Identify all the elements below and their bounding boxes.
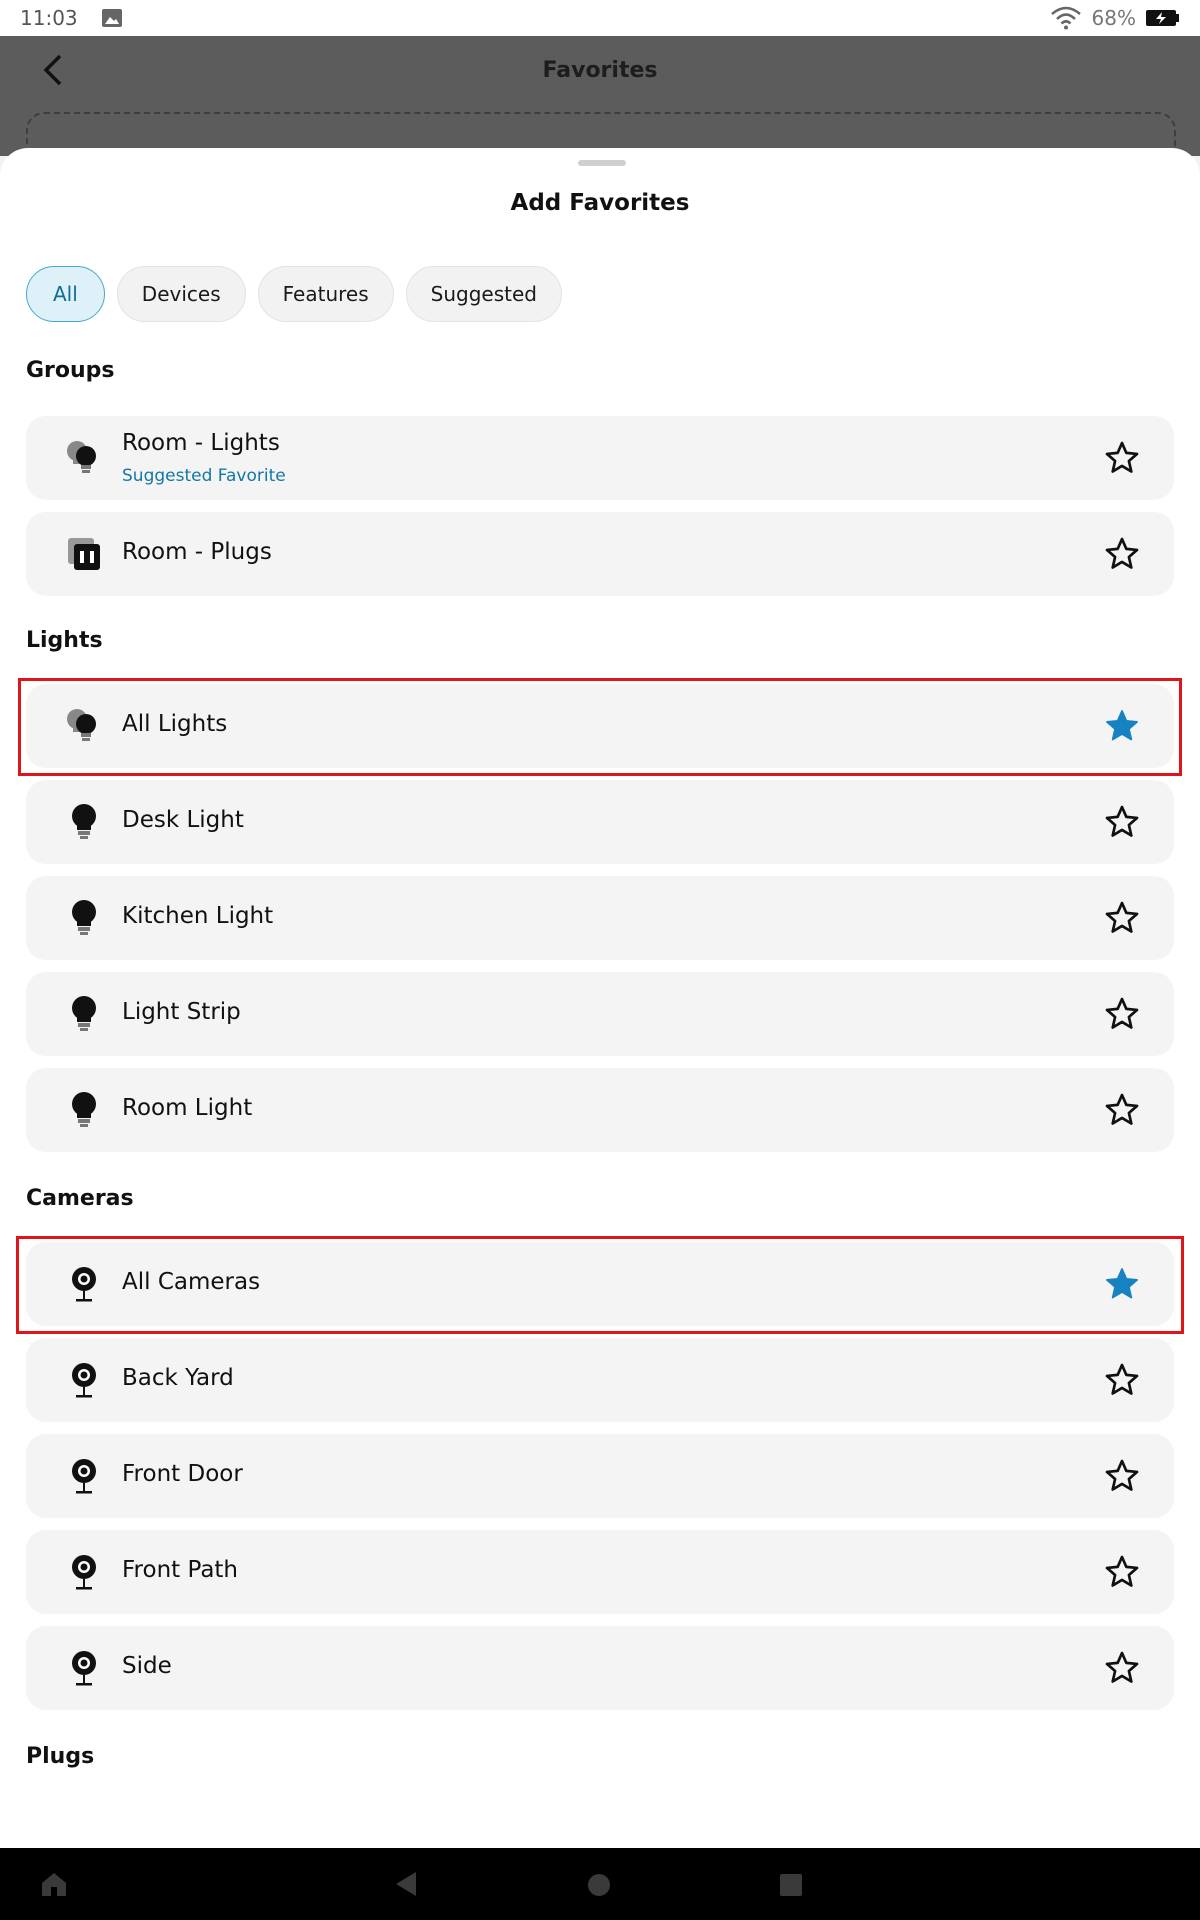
list-item[interactable]: Desk Light — [26, 780, 1174, 864]
section-title-lights: Lights — [26, 628, 103, 653]
list-item[interactable]: Room - Plugs — [26, 512, 1174, 596]
list-item-label: Back Yard — [122, 1365, 234, 1391]
camera-icon — [72, 1651, 96, 1686]
status-bar: 11:03 68% — [0, 0, 1200, 36]
list-item[interactable]: Front Door — [26, 1434, 1174, 1518]
battery-percentage: 68% — [1091, 6, 1136, 30]
filter-chips: All Devices Features Suggested — [26, 266, 562, 322]
filter-chip-all[interactable]: All — [26, 266, 105, 322]
light-bulb-icon — [72, 804, 96, 839]
battery-charging-icon — [1146, 10, 1179, 26]
camera-icon — [72, 1459, 96, 1494]
list-item-label: Room - Lights — [122, 430, 280, 456]
sheet-title: Add Favorites — [510, 190, 690, 216]
list-item[interactable]: Front Path — [26, 1530, 1174, 1614]
nav-back-icon[interactable] — [394, 1870, 418, 1898]
lights-group-icon — [67, 441, 96, 473]
status-right: 68% — [1050, 6, 1180, 30]
list-item-label: Front Door — [122, 1461, 243, 1487]
camera-icon — [72, 1555, 96, 1590]
light-bulb-icon — [72, 996, 96, 1031]
list-item-label: Room - Plugs — [122, 539, 272, 565]
section-title-plugs: Plugs — [26, 1744, 95, 1769]
wifi-icon — [1050, 6, 1081, 30]
list-item-label: Front Path — [122, 1557, 239, 1583]
list-item[interactable]: Kitchen Light — [26, 876, 1174, 960]
status-time: 11:03 — [20, 6, 78, 30]
suggested-favorite-label: Suggested Favorite — [122, 466, 286, 486]
plugs-group-icon — [68, 538, 100, 570]
list-item[interactable]: Room Light — [26, 1068, 1174, 1152]
light-bulb-icon — [72, 900, 96, 935]
list-item-label: Light Strip — [122, 999, 241, 1025]
nav-recents-icon[interactable] — [780, 1874, 802, 1896]
star-outline-icon[interactable] — [1104, 536, 1140, 572]
list-item[interactable]: Room - Lights Suggested Favorite — [26, 416, 1174, 500]
filter-chip-devices[interactable]: Devices — [116, 266, 246, 322]
list-item-label: Desk Light — [122, 807, 244, 833]
star-outline-icon[interactable] — [1104, 440, 1140, 476]
star-outline-icon[interactable] — [1104, 996, 1140, 1032]
highlight-box-all-lights — [18, 678, 1182, 776]
background-favorites-screen: Favorites — [0, 36, 1200, 172]
system-navigation-bar — [0, 1848, 1200, 1920]
home-house-icon[interactable] — [38, 1868, 70, 1900]
add-favorites-sheet: Add Favorites All Devices Features Sugge… — [0, 148, 1200, 1848]
list-item[interactable]: Light Strip — [26, 972, 1174, 1056]
list-item-label: Kitchen Light — [122, 903, 274, 929]
section-title-groups: Groups — [26, 358, 115, 383]
star-outline-icon[interactable] — [1104, 804, 1140, 840]
star-outline-icon[interactable] — [1104, 1650, 1140, 1686]
section-title-cameras: Cameras — [26, 1186, 134, 1211]
star-outline-icon[interactable] — [1104, 900, 1140, 936]
list-item-label: Side — [122, 1653, 172, 1679]
camera-icon — [72, 1363, 96, 1398]
star-outline-icon[interactable] — [1104, 1092, 1140, 1128]
nav-home-icon[interactable] — [588, 1874, 610, 1896]
image-notification-icon — [101, 9, 122, 27]
filter-chip-features[interactable]: Features — [257, 266, 394, 322]
star-outline-icon[interactable] — [1104, 1362, 1140, 1398]
list-item[interactable]: Side — [26, 1626, 1174, 1710]
list-item[interactable]: Back Yard — [26, 1338, 1174, 1422]
background-title: Favorites — [542, 58, 658, 83]
list-item-label: Room Light — [122, 1095, 253, 1121]
star-outline-icon[interactable] — [1104, 1554, 1140, 1590]
light-bulb-icon — [72, 1092, 96, 1127]
star-outline-icon[interactable] — [1104, 1458, 1140, 1494]
sheet-drag-handle[interactable] — [578, 160, 626, 166]
highlight-box-all-cameras — [16, 1236, 1184, 1334]
filter-chip-suggested[interactable]: Suggested — [405, 266, 562, 322]
